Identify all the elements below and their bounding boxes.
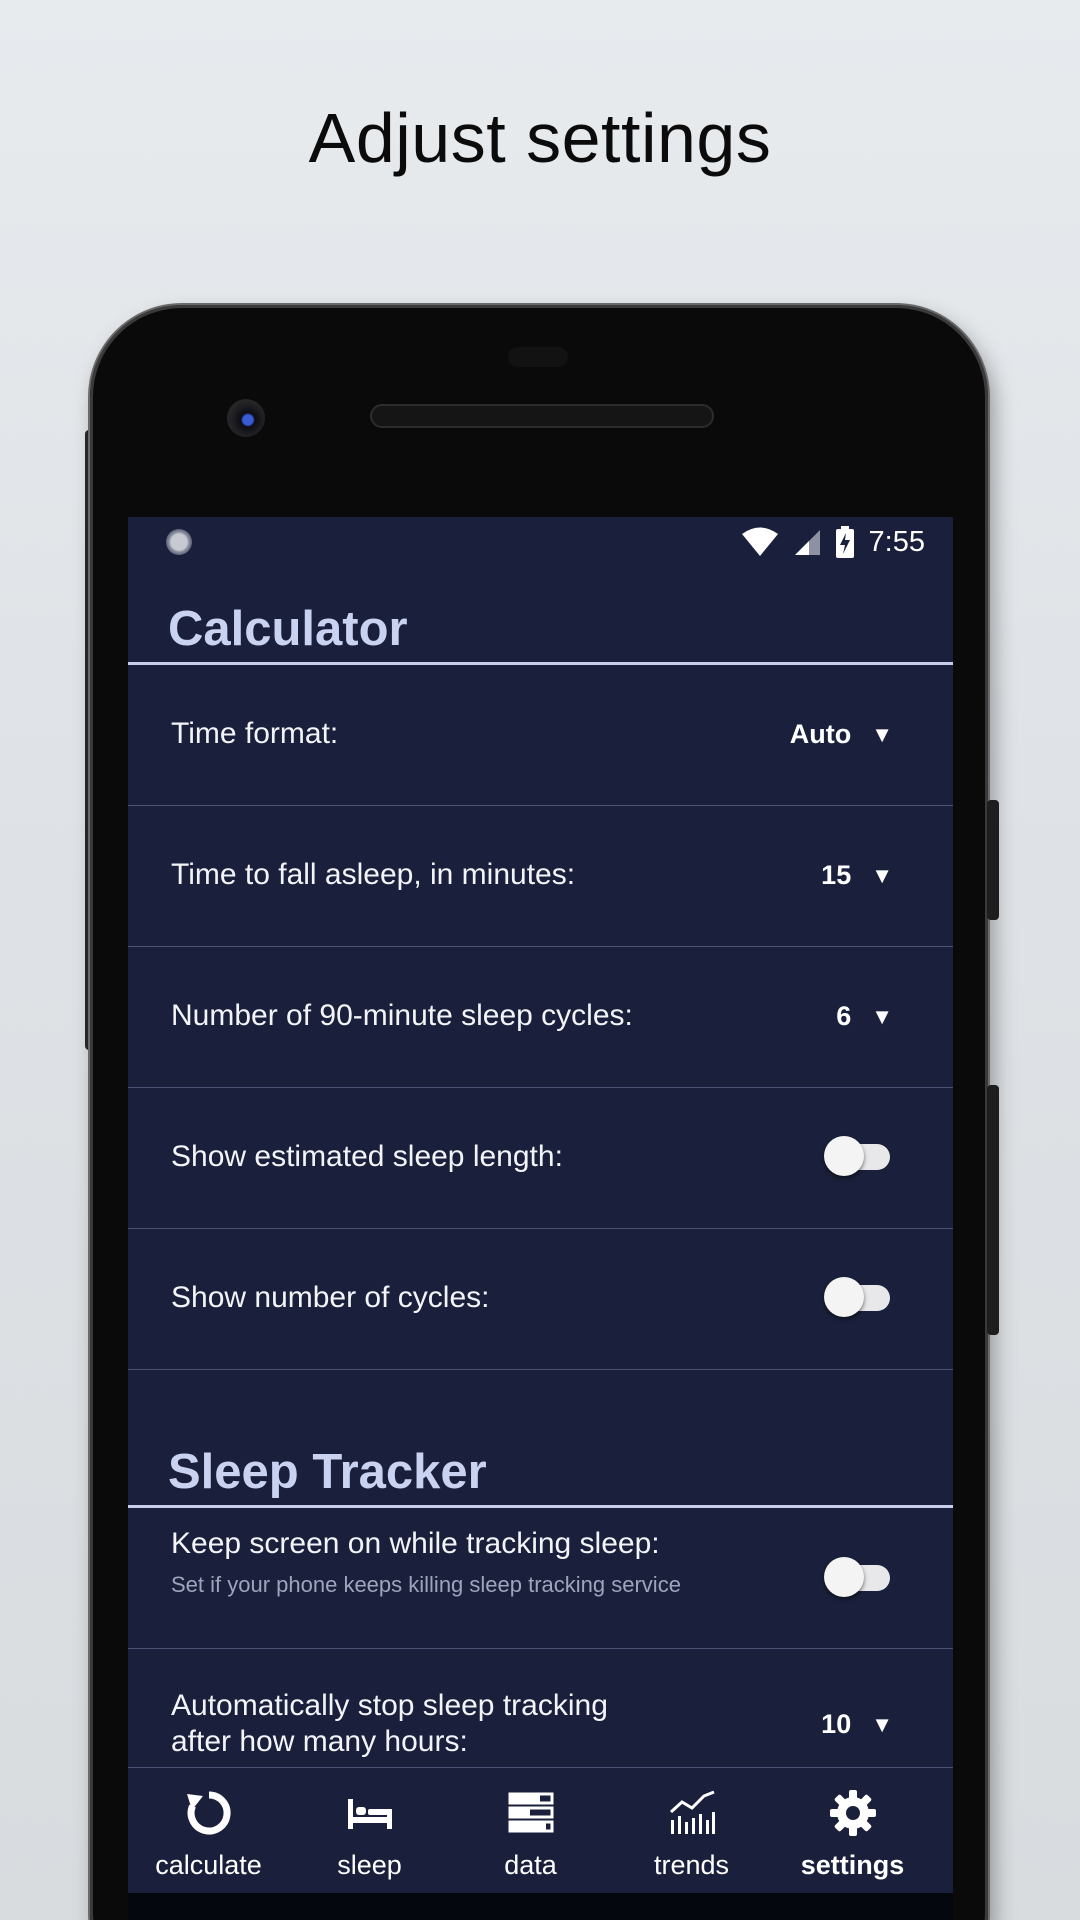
nav-trends[interactable]: trends [611,1786,772,1881]
auto-stop-dropdown[interactable]: 10 ▼ [821,1709,893,1740]
bed-icon [347,1799,392,1829]
system-nav-bar [128,1893,953,1920]
nav-calculate[interactable]: calculate [128,1786,289,1881]
setting-row-auto-stop[interactable]: Automatically stop sleep tracking after … [128,1649,953,1767]
setting-label: Time format: [171,717,339,750]
notification-dot-icon [166,529,192,555]
refresh-icon [186,1791,231,1835]
toggle-thumb [824,1277,864,1317]
nav-label: calculate [155,1850,262,1880]
dropdown-value: Auto [789,719,852,749]
nav-settings[interactable]: settings [772,1786,933,1881]
setting-row-fall-asleep[interactable]: Time to fall asleep, in minutes: 15 ▼ [128,806,953,947]
setting-label: Automatically stop sleep tracking [171,1689,608,1722]
sleep-cycles-dropdown[interactable]: 6 ▼ [836,1001,893,1032]
dropdown-value: 6 [836,1001,852,1031]
setting-row-time-format[interactable]: Time format: Auto ▼ [128,665,953,806]
front-camera [227,399,265,437]
gear-icon [829,1790,876,1836]
toggle-thumb [824,1557,864,1597]
setting-row-estimated-length[interactable]: Show estimated sleep length: [128,1088,953,1229]
setting-label: Number of 90-minute sleep cycles: [171,999,633,1032]
setting-label: Show number of cycles: [171,1281,490,1314]
status-icons: 7:55 [741,523,925,561]
dropdown-arrow-icon: ▼ [871,862,893,888]
trend-chart-icon [669,1790,715,1834]
cell-signal-icon [794,530,820,555]
wifi-icon [741,527,778,556]
setting-row-keep-screen-on[interactable]: Keep screen on while tracking sleep: Set… [128,1508,953,1649]
setting-row-number-of-cycles[interactable]: Show number of cycles: [128,1229,953,1370]
promo-title: Adjust settings [308,99,772,177]
dropdown-value: 10 [821,1709,852,1739]
dropdown-value: 15 [821,860,852,890]
keep-screen-on-toggle[interactable] [824,1557,890,1597]
status-time: 7:55 [868,525,925,558]
toggle-thumb [824,1136,864,1176]
setting-sublabel: Set if your phone keeps killing sleep tr… [171,1572,681,1597]
phone-volume-button [987,1085,999,1335]
nav-label: sleep [337,1850,402,1880]
setting-label-line2: after how many hours: [171,1725,468,1758]
fall-asleep-dropdown[interactable]: 15 ▼ [821,860,893,891]
setting-label: Show estimated sleep length: [171,1140,563,1173]
phone-power-button [987,800,999,920]
setting-label: Keep screen on while tracking sleep: [171,1527,660,1560]
list-icon [508,1792,553,1833]
battery-charging-icon [835,526,854,558]
time-format-dropdown[interactable]: Auto ▼ [790,719,893,750]
nav-label: settings [800,1850,905,1880]
dropdown-arrow-icon: ▼ [871,721,893,747]
nav-label: data [504,1850,557,1880]
number-of-cycles-toggle[interactable] [824,1277,890,1317]
setting-label: Time to fall asleep, in minutes: [171,858,576,891]
nav-label: trends [653,1850,730,1880]
setting-row-sleep-cycles[interactable]: Number of 90-minute sleep cycles: 6 ▼ [128,947,953,1088]
app-screen: 7:55 Calculator Time format: Auto ▼ Time… [128,517,953,1920]
phone-sensor [508,347,568,367]
section-header-sleep-tracker: Sleep Tracker [168,1445,487,1499]
phone-earpiece [370,404,714,428]
nav-sleep[interactable]: sleep [289,1786,450,1881]
section-header-calculator: Calculator [168,602,408,656]
nav-data[interactable]: data [450,1786,611,1881]
status-bar: 7:55 [128,517,953,567]
bottom-navigation: calculate sleep data trends settings [128,1767,953,1894]
estimated-length-toggle[interactable] [824,1136,890,1176]
dropdown-arrow-icon: ▼ [871,1711,893,1737]
dropdown-arrow-icon: ▼ [871,1003,893,1029]
